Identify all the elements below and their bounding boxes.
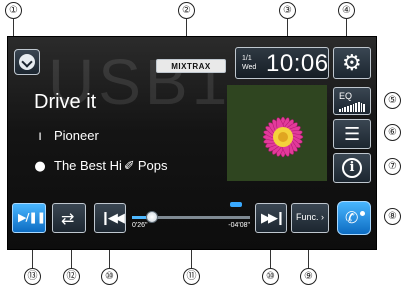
list-button[interactable]: ☰ [333,119,371,149]
album-row: ● The Best Hi ✐ Pops [34,158,167,174]
artist-name: Pioneer [54,128,99,143]
func-text: Func. [296,212,319,222]
disc-icon: ● [34,159,46,174]
play-pause-icon: ▶/❚❚ [18,211,46,224]
equalizer-icon [339,102,366,112]
seek-marker [230,202,242,207]
callout-12: ⑫ [63,268,80,285]
clock-button[interactable]: 1/1 Wed 10:06 [235,47,329,79]
artist-row: ı Pioneer [34,128,99,144]
skip-next-button[interactable]: ▶▶❙ [255,203,287,233]
info-button[interactable]: i [333,153,371,183]
callout-3: ③ [279,2,296,19]
remaining-time: -04'08" [228,222,250,229]
callout-5: ⑤ [384,92,401,109]
callout-11: ⑪ [183,268,200,285]
skip-previous-icon: ❙◀◀ [100,211,125,226]
elapsed-time: 0'26" [132,222,148,229]
album-name: The Best Hi [54,158,122,173]
phone-button[interactable]: ✆ [337,201,371,235]
skip-next-icon: ▶▶❙ [261,211,286,226]
album-artwork[interactable] [227,85,327,181]
repeat-icon: ⇄ [61,209,75,228]
skip-previous-button[interactable]: ❙◀◀ [94,203,126,233]
seek-bar[interactable]: 0'26" -04'08" [130,202,252,232]
track-title: Drive it [34,91,97,113]
repeat-button[interactable]: ⇄ [52,203,86,233]
callout-13: ⑬ [24,268,41,285]
audio-screen: USB1 MIXTRAX 1/1 Wed 10:06 ⚙ Drive it ıP… [7,36,377,250]
callout-10: ⑩ [262,268,279,285]
settings-button[interactable]: ⚙ [333,47,371,79]
date-display: 1/1 Wed [242,54,256,72]
person-icon: ı [38,129,42,144]
eq-button[interactable]: EQ [333,87,371,115]
mixtrax-badge[interactable]: MIXTRAX [156,59,226,73]
func-button[interactable]: Func. › [291,203,329,233]
play-pause-button[interactable]: ▶/❚❚ [12,203,46,233]
callout-4: ④ [338,2,355,19]
hide-menu-button[interactable] [14,49,40,75]
callout-9: ⑨ [300,268,317,285]
weekday: Wed [242,64,257,71]
callout-1: ① [5,2,22,19]
gear-icon: ⚙ [342,51,362,76]
flower-image [227,85,327,181]
list-icon: ☰ [344,124,361,145]
func-label: Func. › [296,212,324,222]
time-display: 10:06 [266,50,329,77]
phone-status-dot [360,211,365,216]
callout-2: ② [178,2,195,19]
chevron-right-icon: › [321,212,325,222]
phone-icon: ✆ [345,208,359,227]
callout-10: ⑩ [101,268,118,285]
callout-8: ⑧ [384,208,401,225]
guitar-icon: ✐ [123,159,135,174]
callout-6: ⑥ [384,124,401,141]
callout-7: ⑦ [384,158,401,175]
info-icon: i [342,158,362,178]
genre-name: Pops [137,158,168,173]
month-day: 1/1 [242,55,252,62]
eq-label: EQ [339,91,353,101]
